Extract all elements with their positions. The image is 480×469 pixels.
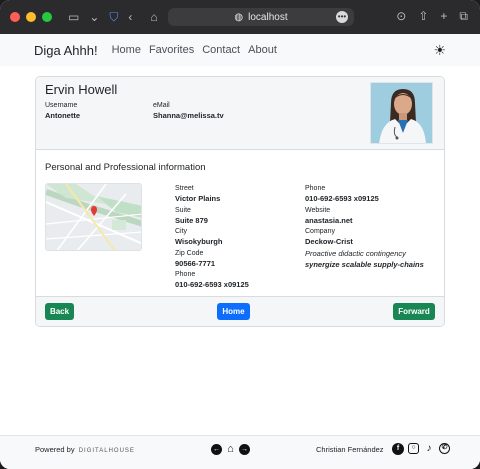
social-links: f ○ ♪ ✆ bbox=[392, 443, 450, 455]
user-name: Ervin Howell bbox=[45, 82, 118, 97]
new-tab-icon[interactable]: + bbox=[440, 9, 447, 24]
home-button[interactable]: Home bbox=[217, 303, 250, 320]
footer-nav: ← ⌂ → bbox=[211, 444, 250, 455]
share-icon[interactable]: ⇧ bbox=[418, 9, 428, 24]
city-value: Wisokyburgh bbox=[175, 237, 223, 246]
back-arrow-icon[interactable]: ‹ bbox=[128, 10, 132, 24]
company-bs: synergize scalable supply-chains bbox=[305, 259, 424, 269]
address-bar[interactable]: ◍ localhost ••• bbox=[168, 8, 354, 26]
nav-link-favorites[interactable]: Favorites bbox=[149, 44, 194, 56]
window-controls bbox=[10, 12, 52, 22]
location-map[interactable] bbox=[45, 183, 142, 251]
email-value: Shanna@melissa.tv bbox=[153, 111, 224, 120]
card-footer: Back Home Forward bbox=[36, 296, 444, 326]
globe-icon: ◍ bbox=[234, 11, 244, 23]
tiktok-icon[interactable]: ♪ bbox=[423, 443, 435, 455]
username-label: Username bbox=[45, 102, 78, 109]
author-name: Christian Fernández bbox=[316, 445, 384, 454]
username-value: Antonette bbox=[45, 111, 80, 120]
minimize-window-button[interactable] bbox=[26, 12, 36, 22]
chevron-down-icon[interactable]: ⌄ bbox=[89, 10, 99, 24]
arrow-left-icon[interactable]: ← bbox=[211, 444, 222, 455]
page-footer: Powered by DIGITALHOUSE ← ⌂ → Christian … bbox=[0, 435, 480, 469]
company-label: Company bbox=[305, 228, 335, 235]
contact-column: Phone 010-692-6593 x09125 Website anasta… bbox=[305, 184, 424, 271]
website-label: Website bbox=[305, 206, 331, 214]
catch-phrase: Proactive didactic contingency bbox=[305, 248, 406, 258]
sun-icon[interactable]: ☀ bbox=[433, 42, 446, 59]
whatsapp-icon[interactable]: ✆ bbox=[439, 443, 450, 454]
brand-logo[interactable]: Diga Ahhh! bbox=[34, 43, 98, 58]
page: Diga Ahhh! Home Favorites Contact About … bbox=[0, 34, 480, 469]
instagram-icon[interactable]: ○ bbox=[408, 443, 419, 454]
shield-icon[interactable]: ⛉ bbox=[109, 10, 118, 25]
close-window-button[interactable] bbox=[10, 12, 20, 22]
download-icon[interactable]: ⊙ bbox=[396, 9, 406, 24]
more-icon[interactable]: ••• bbox=[336, 11, 348, 23]
section-title: Personal and Professional information bbox=[45, 162, 206, 173]
maximize-window-button[interactable] bbox=[42, 12, 52, 22]
back-button[interactable]: Back bbox=[45, 303, 74, 320]
url-text: localhost bbox=[248, 11, 288, 23]
street-value: Victor Plains bbox=[175, 194, 221, 203]
map-icon bbox=[46, 184, 141, 250]
digitalhouse-logo[interactable]: DIGITALHOUSE bbox=[79, 448, 135, 454]
browser-toolbar: ▭ ⌄ ⛉ ‹ ⌂ ◍ localhost ••• ⊙ ⇧ + ⧉ bbox=[0, 0, 480, 34]
navbar: Diga Ahhh! Home Favorites Contact About … bbox=[0, 34, 480, 66]
email-label: eMail bbox=[153, 102, 170, 109]
zip-label: Zip Code bbox=[175, 249, 204, 257]
suite-value: Suite 879 bbox=[175, 215, 208, 225]
home-icon[interactable]: ⌂ bbox=[150, 10, 157, 24]
card-header: Ervin Howell Username Antonette eMail Sh… bbox=[36, 77, 444, 150]
nav-link-home[interactable]: Home bbox=[112, 44, 141, 56]
avatar bbox=[370, 82, 433, 144]
address-column: Street Victor Plains Suite Suite 879 Cit… bbox=[175, 184, 249, 292]
street-label: Street bbox=[175, 185, 194, 192]
nav-link-about[interactable]: About bbox=[248, 44, 277, 56]
sidebar-icon[interactable]: ▭ bbox=[68, 10, 79, 24]
arrow-right-icon[interactable]: → bbox=[239, 444, 250, 455]
forward-button[interactable]: Forward bbox=[393, 303, 435, 320]
browser-window: ▭ ⌄ ⛉ ‹ ⌂ ◍ localhost ••• ⊙ ⇧ + ⧉ Diga A… bbox=[0, 0, 480, 469]
zip-value: 90566-7771 bbox=[175, 258, 216, 268]
company-value: Deckow-Crist bbox=[305, 237, 353, 246]
doctor-avatar-icon bbox=[371, 83, 432, 143]
city-label: City bbox=[175, 228, 188, 235]
facebook-icon[interactable]: f bbox=[392, 443, 404, 455]
phone-value: 010-692-6593 x09125 bbox=[175, 280, 249, 289]
website-value[interactable]: anastasia.net bbox=[305, 215, 424, 228]
powered-by-label: Powered by bbox=[35, 445, 75, 454]
phone-label: Phone bbox=[175, 271, 196, 278]
home-icon[interactable]: ⌂ bbox=[225, 444, 236, 455]
suite-label: Suite bbox=[175, 206, 191, 214]
user-detail-card: Ervin Howell Username Antonette eMail Sh… bbox=[35, 76, 445, 327]
tabs-overview-icon[interactable]: ⧉ bbox=[459, 9, 468, 24]
phone2-value: 010-692-6593 x09125 bbox=[305, 194, 379, 203]
phone2-label: Phone bbox=[305, 185, 326, 192]
powered-by: Powered by DIGITALHOUSE bbox=[35, 445, 135, 454]
nav-link-contact[interactable]: Contact bbox=[202, 44, 240, 56]
